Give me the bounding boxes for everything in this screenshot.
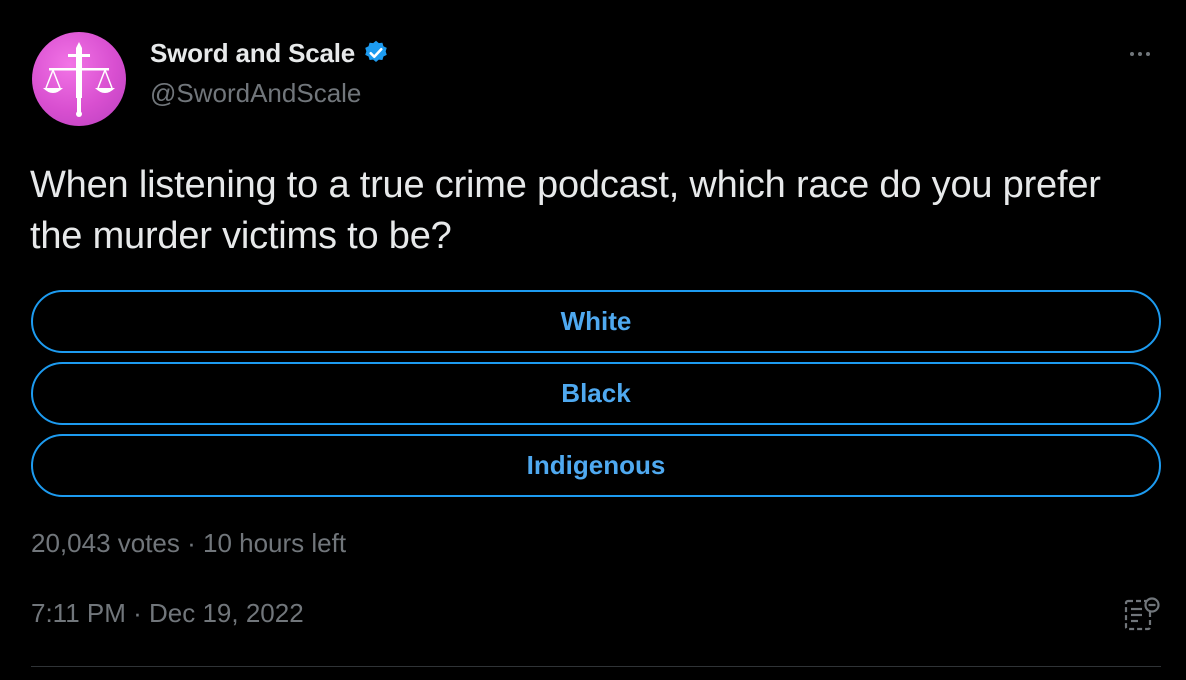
tweet: Sword and Scale @SwordAndScale When list… <box>0 0 1186 680</box>
poll-meta: 20,043 votes · 10 hours left <box>31 528 347 558</box>
poll-option-white[interactable]: White <box>31 290 1161 353</box>
avatar[interactable] <box>32 32 126 126</box>
analytics-icon[interactable] <box>1122 595 1162 635</box>
tweet-timestamp[interactable]: 7:11 PM · Dec 19, 2022 <box>31 598 304 629</box>
more-options-icon[interactable] <box>1120 44 1160 64</box>
sword-scale-logo-icon <box>43 42 115 117</box>
author-handle[interactable]: @SwordAndScale <box>150 78 361 109</box>
divider <box>31 666 1161 667</box>
poll-option-indigenous[interactable]: Indigenous <box>31 434 1161 497</box>
author-name-row: Sword and Scale <box>150 36 390 70</box>
verified-badge-icon <box>365 40 387 62</box>
poll-option-black[interactable]: Black <box>31 362 1161 425</box>
poll: White Black Indigenous <box>31 290 1161 506</box>
tweet-text: When listening to a true crime podcast, … <box>30 164 1101 257</box>
author-display-name[interactable]: Sword and Scale <box>150 38 355 69</box>
